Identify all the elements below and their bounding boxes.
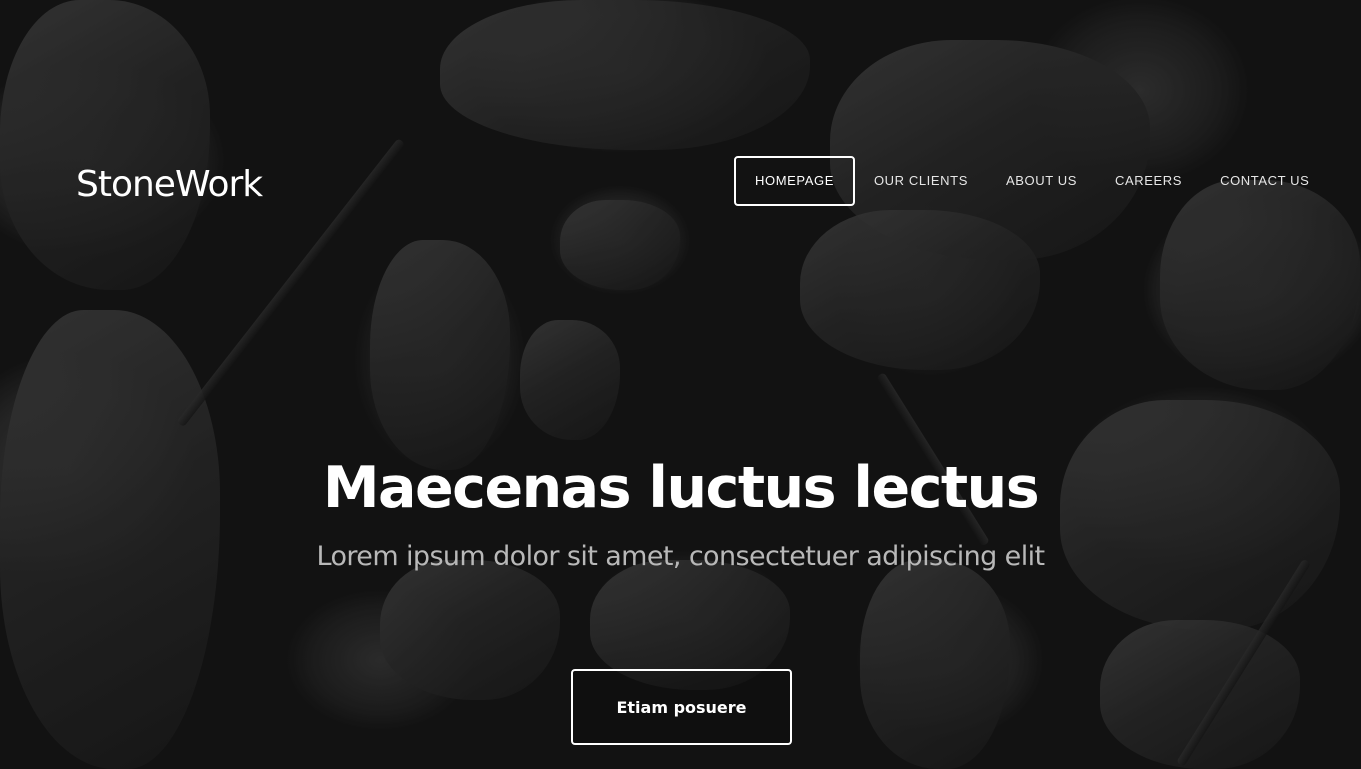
- main-nav: HOMEPAGE OUR CLIENTS ABOUT US CAREERS CO…: [734, 156, 1328, 206]
- nav-item-our-clients[interactable]: OUR CLIENTS: [855, 156, 987, 206]
- hero-subtitle: Lorem ipsum dolor sit amet, consectetuer…: [316, 541, 1046, 572]
- nav-item-careers[interactable]: CAREERS: [1096, 156, 1201, 206]
- nav-item-homepage[interactable]: HOMEPAGE: [734, 156, 855, 206]
- nav-item-contact-us[interactable]: CONTACT US: [1201, 156, 1328, 206]
- logo[interactable]: StoneWork: [76, 164, 263, 205]
- hero-background-image: [0, 0, 1361, 769]
- cta-button[interactable]: Etiam posuere: [571, 669, 792, 745]
- hero-title: Maecenas luctus lectus: [322, 455, 1040, 521]
- nav-item-about-us[interactable]: ABOUT US: [987, 156, 1096, 206]
